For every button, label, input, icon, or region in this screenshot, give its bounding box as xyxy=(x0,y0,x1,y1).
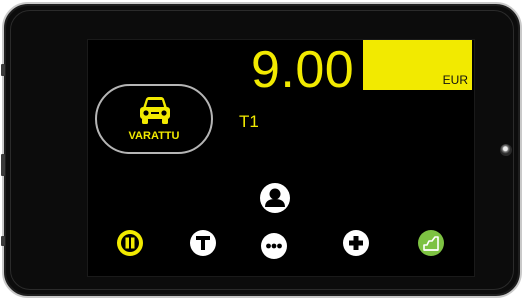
receipt-graph-icon[interactable] xyxy=(418,230,444,256)
tablet-device: 9.00 EUR VARATTU T1 xyxy=(1,2,522,298)
plus-icon[interactable] xyxy=(343,230,369,256)
status-button[interactable]: VARATTU xyxy=(95,84,213,154)
meter-screen: 9.00 EUR VARATTU T1 xyxy=(88,40,474,276)
more-icon[interactable] xyxy=(261,233,287,259)
side-button xyxy=(1,236,5,246)
status-label: VARATTU xyxy=(128,130,180,142)
tariff-label: T1 xyxy=(239,112,259,131)
camera-lens-icon xyxy=(500,144,512,156)
tariff-t-icon[interactable] xyxy=(190,230,216,256)
currency-label: EUR xyxy=(442,73,468,87)
pause-icon[interactable] xyxy=(117,230,143,256)
car-icon xyxy=(139,96,171,131)
side-button xyxy=(1,154,5,176)
currency-box: EUR xyxy=(363,40,472,90)
side-button xyxy=(1,64,5,76)
fare-amount: 9.00 xyxy=(251,41,355,99)
user-icon[interactable] xyxy=(260,183,290,213)
